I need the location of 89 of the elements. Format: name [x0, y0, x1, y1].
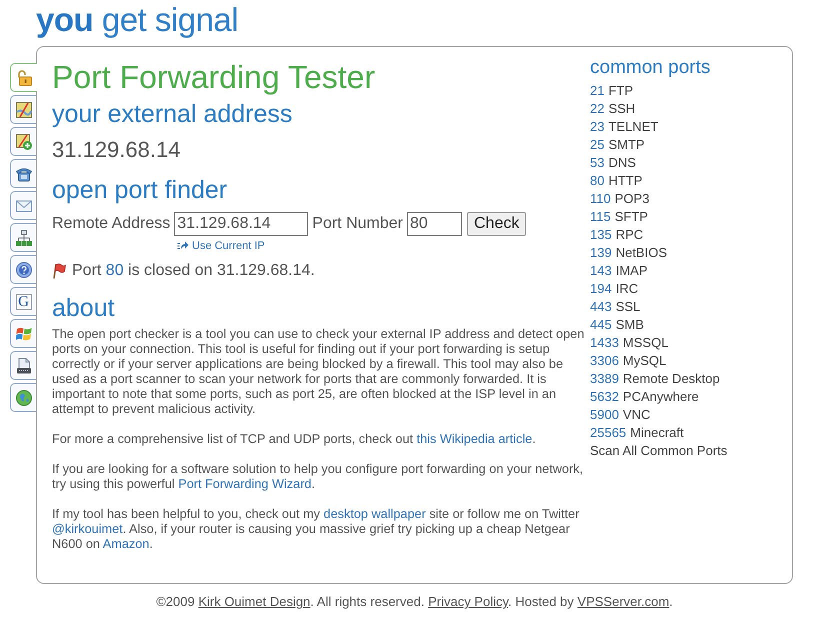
port-name: HTTP: [608, 172, 642, 190]
about-paragraph: For more a comprehensive list of TCP and UDP ports, check out this Wikipedia article.: [52, 432, 537, 447]
port-name: PCAnywhere: [622, 388, 699, 406]
port-number-link[interactable]: 25565: [590, 424, 626, 442]
site-logo[interactable]: you get signal: [36, 0, 238, 40]
use-current-ip-link[interactable]: Use Current IP: [177, 239, 265, 253]
port-number-link[interactable]: 1433: [590, 334, 619, 352]
port-number-link[interactable]: 3306: [590, 352, 619, 370]
about-paragraph: If my tool has been helpful to you, check out my desktop wallpaper site or follow me on Twitter @kirkouimet. Also, if your router is causing you massive grief try picking up a cheap Netgear N600 on Amazon.: [52, 507, 580, 552]
port-number-link[interactable]: 443: [590, 298, 612, 316]
side-tab[interactable]: [10, 383, 36, 412]
port-number-link[interactable]: 5900: [590, 406, 619, 424]
footer-link[interactable]: Kirk Ouimet Design: [198, 594, 310, 609]
port-name: VNC: [622, 406, 650, 424]
port-name: IMAP: [616, 262, 648, 280]
port-number-link[interactable]: 23: [590, 118, 604, 136]
side-tab[interactable]: [10, 95, 36, 124]
field-label: Port Number: [312, 215, 403, 233]
network-icon: [16, 230, 32, 246]
map-plus-icon: [16, 134, 32, 150]
text-link[interactable]: @kirkouimet: [52, 522, 123, 536]
port-name: Minecraft: [630, 424, 684, 442]
port-number-link[interactable]: 5632: [590, 388, 619, 406]
side-tab[interactable]: [10, 159, 36, 188]
map-icon: [16, 102, 32, 118]
side-tab[interactable]: [10, 255, 36, 284]
port-number-link[interactable]: 22: [590, 100, 604, 118]
port-number-link[interactable]: 80: [590, 172, 604, 190]
port-number-link[interactable]: 115: [590, 208, 611, 226]
text-link[interactable]: this Wikipedia article: [416, 432, 532, 446]
about-paragraph: The open port checker is a tool you can use to check your external IP address and detect open ports on your connection. This tool is useful for finding out if your port forwarding is setup correctly or if your server applications are being blocked by a firewall. This tool may also be used as a port scanner to scan your network for ports that are commonly forwarded. It is important to note that some ports, such as port 25, are often blocked at the ISP level in an attempt to prevent malicious activity.: [52, 327, 586, 417]
port-name: DNS: [608, 154, 636, 172]
telephone-icon: [16, 166, 32, 182]
port-status-message: Port 80 is closed on 31.129.68.14.: [72, 261, 315, 281]
text-input[interactable]: 80: [406, 212, 462, 236]
side-tab[interactable]: [10, 319, 36, 348]
arrow-icon: [177, 241, 189, 251]
four-color-flag-icon: [16, 326, 32, 342]
section-heading: about: [52, 293, 116, 323]
letter-tile: G: [16, 294, 32, 310]
port-name: SSL: [616, 298, 640, 316]
port-name: SSH: [608, 100, 636, 118]
port-name: TELNET: [608, 118, 658, 136]
text-link[interactable]: desktop wallpaper: [324, 507, 426, 521]
footer-link[interactable]: VPSServer.com: [577, 594, 670, 609]
port-name: SMB: [616, 316, 644, 334]
side-tab[interactable]: [10, 127, 36, 156]
text-link[interactable]: Port Forwarding Wizard: [178, 477, 312, 491]
section-heading: open port finder: [52, 175, 228, 205]
port-number-link[interactable]: 143: [590, 262, 612, 280]
port-name: MySQL: [622, 352, 666, 370]
port-name: MSSQL: [622, 334, 668, 352]
port-name: Remote Desktop: [622, 370, 720, 388]
about-paragraph: If you are looking for a software solution to help you configure port forwarding on your network, try using this powerful Port Forwarding Wizard.: [52, 462, 584, 492]
port-number-link[interactable]: 110: [590, 190, 611, 208]
side-tab[interactable]: [10, 223, 36, 252]
ip-address: 31.129.68.14: [52, 136, 182, 164]
globe-icon: [16, 390, 32, 406]
text-link[interactable]: Amazon: [102, 537, 150, 551]
port-name: RPC: [616, 226, 644, 244]
envelope-icon: [16, 198, 32, 214]
port-name: FTP: [608, 82, 634, 100]
port-name: SMTP: [608, 136, 645, 154]
port-name: NetBIOS: [616, 244, 667, 262]
port-number-link[interactable]: 445: [590, 316, 612, 334]
side-tab[interactable]: [10, 351, 36, 380]
sidebar-heading: common ports: [590, 56, 712, 80]
port-number-link[interactable]: 3389: [590, 370, 619, 388]
page-title: Port Forwarding Tester: [52, 58, 376, 97]
port-number-link[interactable]: 25: [590, 136, 604, 154]
port-number-link[interactable]: 135: [590, 226, 612, 244]
scan-all-link[interactable]: Scan All Common Ports: [590, 442, 728, 460]
port-number-link[interactable]: 21: [590, 82, 604, 100]
port-number-link[interactable]: 53: [590, 154, 604, 172]
footer-text: ©2009 Kirk Ouimet Design. All rights reserved. Privacy Policy. Hosted by VPSServer.com.: [155, 593, 674, 611]
help-icon: [16, 262, 32, 278]
port-name: POP3: [614, 190, 650, 208]
side-tab[interactable]: G: [10, 287, 36, 316]
port-name: IRC: [616, 280, 638, 298]
port-name: SFTP: [614, 208, 648, 226]
text-input[interactable]: 31.129.68.14: [174, 212, 308, 236]
section-heading: your external address: [52, 99, 294, 129]
port-number-link[interactable]: 194: [590, 280, 612, 298]
port-number-link[interactable]: 139: [590, 244, 612, 262]
field-label: Remote Address: [52, 215, 170, 233]
check-button[interactable]: Check: [466, 212, 526, 236]
footer-link[interactable]: Privacy Policy: [428, 594, 508, 609]
document-icon: [16, 358, 32, 374]
padlock-icon: [16, 70, 32, 86]
